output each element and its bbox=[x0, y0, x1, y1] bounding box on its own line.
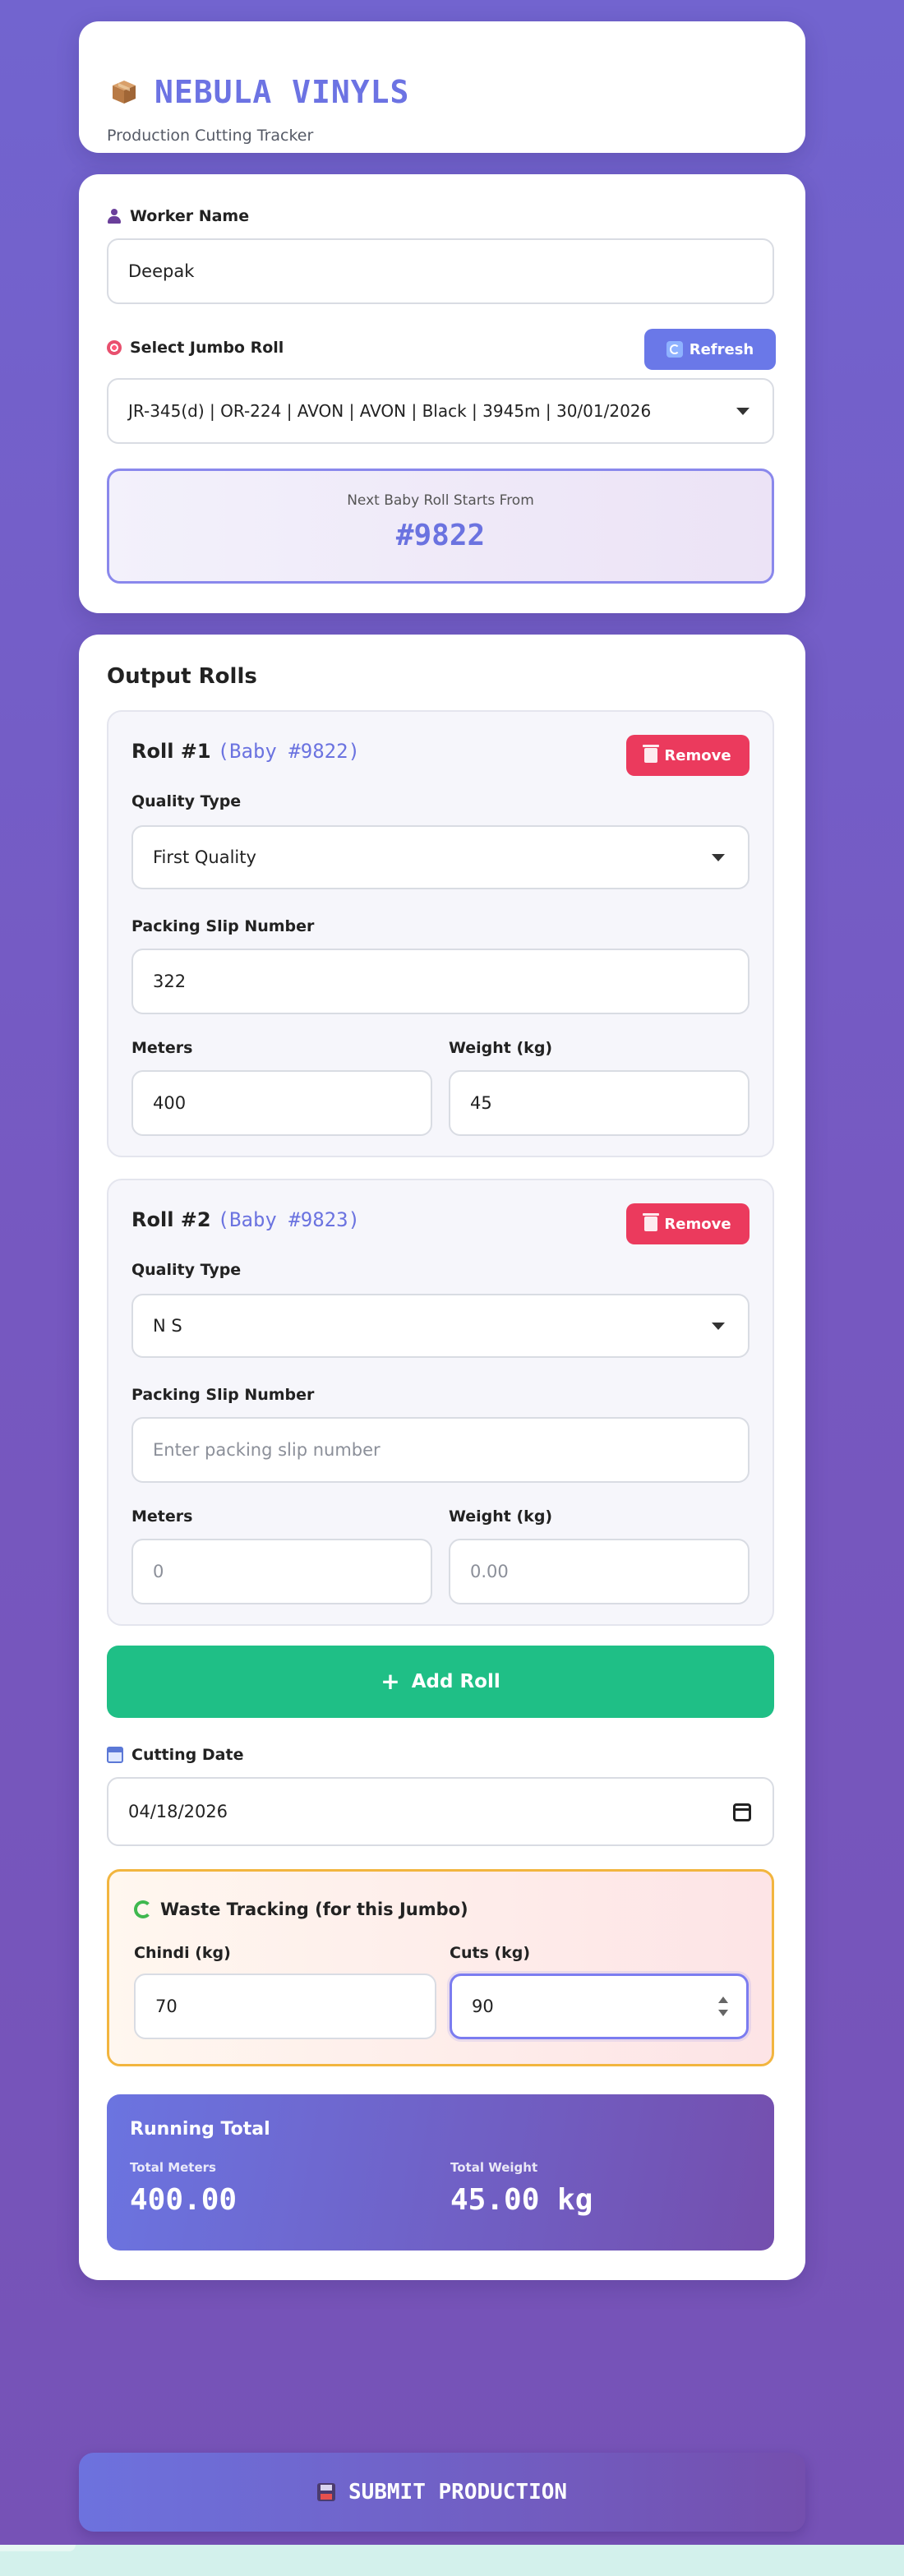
packing-slip-label: Packing Slip Number bbox=[131, 917, 315, 935]
worker-name-label: Worker Name bbox=[107, 207, 249, 225]
calendar-picker-icon[interactable] bbox=[733, 1803, 751, 1821]
cuts-value: 90 bbox=[472, 1997, 494, 2016]
meters-input-2[interactable]: 0 bbox=[131, 1539, 432, 1604]
meters-label: Meters bbox=[131, 1039, 193, 1057]
plus-icon: + bbox=[381, 1668, 400, 1695]
baby-number-1: (Baby #9822) bbox=[217, 740, 360, 763]
quality-type-label: Quality Type bbox=[131, 1261, 242, 1279]
calendar-icon bbox=[107, 1747, 123, 1763]
brand-title: NEBULA VINYLS bbox=[155, 74, 410, 110]
header-card: NEBULA VINYLS Production Cutting Tracker bbox=[79, 21, 805, 153]
submit-production-button[interactable]: SUBMIT PRODUCTION bbox=[79, 2453, 805, 2532]
packing-slip-input-1[interactable]: 322 bbox=[131, 949, 749, 1014]
refresh-label: Refresh bbox=[689, 340, 754, 358]
user-icon bbox=[107, 209, 122, 224]
roll-card-1: Roll #1 (Baby #9822) Remove Quality Type… bbox=[107, 710, 774, 1157]
remove-label: Remove bbox=[664, 746, 731, 764]
chevron-down-icon bbox=[712, 854, 725, 861]
quality-type-value-1: First Quality bbox=[153, 847, 256, 867]
remove-roll-2-button[interactable]: Remove bbox=[626, 1203, 749, 1244]
next-baby-roll-box: Next Baby Roll Starts From #9822 bbox=[107, 469, 774, 584]
waste-tracking-box: Waste Tracking (for this Jumbo) Chindi (… bbox=[107, 1869, 774, 2066]
remove-label: Remove bbox=[664, 1215, 731, 1233]
add-roll-button[interactable]: + Add Roll bbox=[107, 1646, 774, 1718]
baby-number-2: (Baby #9823) bbox=[217, 1208, 360, 1231]
output-rolls-card: Output Rolls Roll #1 (Baby #9822) Remove… bbox=[79, 635, 805, 2280]
weight-label: Weight (kg) bbox=[449, 1039, 553, 1057]
add-roll-label: Add Roll bbox=[411, 1671, 500, 1692]
jumbo-roll-select[interactable]: JR-345(d) | OR-224 | AVON | AVON | Black… bbox=[107, 378, 774, 444]
total-weight-label: Total Weight bbox=[450, 2160, 538, 2175]
roll-title-2: Roll #2 (Baby #9823) bbox=[131, 1208, 360, 1231]
waste-tracking-title: Waste Tracking (for this Jumbo) bbox=[134, 1900, 468, 1919]
jumbo-roll-label-text: Select Jumbo Roll bbox=[130, 339, 284, 357]
target-icon bbox=[107, 340, 122, 355]
roll-title-1: Roll #1 (Baby #9822) bbox=[131, 740, 360, 763]
cutting-date-label-text: Cutting Date bbox=[131, 1746, 244, 1764]
next-baby-roll-label: Next Baby Roll Starts From bbox=[347, 492, 534, 509]
chevron-down-icon bbox=[712, 1323, 725, 1330]
cutting-date-value: 04/18/2026 bbox=[128, 1802, 228, 1821]
chevron-down-icon bbox=[736, 408, 749, 415]
quality-type-select-2[interactable]: N S bbox=[131, 1294, 749, 1358]
cuts-input[interactable]: 90 bbox=[450, 1974, 749, 2039]
quality-type-label: Quality Type bbox=[131, 792, 242, 810]
cutting-date-label: Cutting Date bbox=[107, 1746, 243, 1764]
weight-input-1[interactable]: 45 bbox=[449, 1070, 749, 1136]
refresh-icon bbox=[666, 341, 683, 358]
weight-label: Weight (kg) bbox=[449, 1507, 553, 1526]
next-baby-roll-value: #9822 bbox=[395, 519, 486, 552]
quality-type-select-1[interactable]: First Quality bbox=[131, 825, 749, 889]
packing-slip-placeholder-2: Enter packing slip number bbox=[153, 1440, 381, 1460]
recycle-icon bbox=[134, 1900, 152, 1918]
refresh-button[interactable]: Refresh bbox=[644, 329, 776, 370]
number-spinner-icon[interactable] bbox=[718, 1997, 728, 2016]
weight-input-2[interactable]: 0.00 bbox=[449, 1539, 749, 1604]
weight-placeholder-2: 0.00 bbox=[470, 1562, 509, 1581]
meters-input-1[interactable]: 400 bbox=[131, 1070, 432, 1136]
package-icon bbox=[113, 81, 136, 104]
total-weight-value: 45.00 kg bbox=[450, 2183, 593, 2217]
total-meters-label: Total Meters bbox=[130, 2160, 216, 2175]
bottom-strip bbox=[0, 2545, 904, 2576]
total-meters-value: 400.00 bbox=[130, 2183, 238, 2217]
meters-placeholder-2: 0 bbox=[153, 1562, 164, 1581]
meters-label: Meters bbox=[131, 1507, 193, 1526]
cuts-label: Cuts (kg) bbox=[450, 1944, 531, 1962]
chindi-label: Chindi (kg) bbox=[134, 1944, 231, 1962]
worker-name-value: Deepak bbox=[128, 261, 195, 281]
worker-name-label-text: Worker Name bbox=[130, 207, 250, 225]
roll-number-2: Roll #2 bbox=[131, 1208, 211, 1231]
chindi-input[interactable]: 70 bbox=[134, 1974, 436, 2039]
trash-icon bbox=[643, 745, 660, 763]
roll-number-1: Roll #1 bbox=[131, 740, 211, 763]
worker-name-input[interactable]: Deepak bbox=[107, 238, 774, 304]
trash-icon bbox=[643, 1213, 660, 1231]
running-total-box: Running Total Total Meters 400.00 Total … bbox=[107, 2094, 774, 2251]
jumbo-roll-label: Select Jumbo Roll bbox=[107, 339, 284, 357]
bottom-strip-tab bbox=[0, 2545, 76, 2551]
brand: NEBULA VINYLS bbox=[110, 74, 409, 110]
running-total-title: Running Total bbox=[130, 2119, 270, 2140]
packing-slip-value-1: 322 bbox=[153, 972, 187, 991]
packing-slip-input-2[interactable]: Enter packing slip number bbox=[131, 1417, 749, 1483]
packing-slip-label: Packing Slip Number bbox=[131, 1386, 315, 1404]
worker-card: Worker Name Deepak Select Jumbo Roll Ref… bbox=[79, 174, 805, 613]
submit-production-label: SUBMIT PRODUCTION bbox=[348, 2480, 568, 2504]
save-icon bbox=[316, 2483, 335, 2501]
weight-value-1: 45 bbox=[470, 1093, 492, 1113]
chindi-value: 70 bbox=[155, 1997, 178, 2016]
roll-card-2: Roll #2 (Baby #9823) Remove Quality Type… bbox=[107, 1179, 774, 1626]
brand-subtitle: Production Cutting Tracker bbox=[107, 127, 314, 145]
quality-type-value-2: N S bbox=[153, 1316, 182, 1336]
waste-tracking-title-text: Waste Tracking (for this Jumbo) bbox=[160, 1900, 468, 1919]
meters-value-1: 400 bbox=[153, 1093, 187, 1113]
remove-roll-1-button[interactable]: Remove bbox=[626, 735, 749, 776]
cutting-date-input[interactable]: 04/18/2026 bbox=[107, 1777, 774, 1846]
output-rolls-title: Output Rolls bbox=[107, 664, 257, 689]
jumbo-roll-selected: JR-345(d) | OR-224 | AVON | AVON | Black… bbox=[128, 401, 652, 421]
